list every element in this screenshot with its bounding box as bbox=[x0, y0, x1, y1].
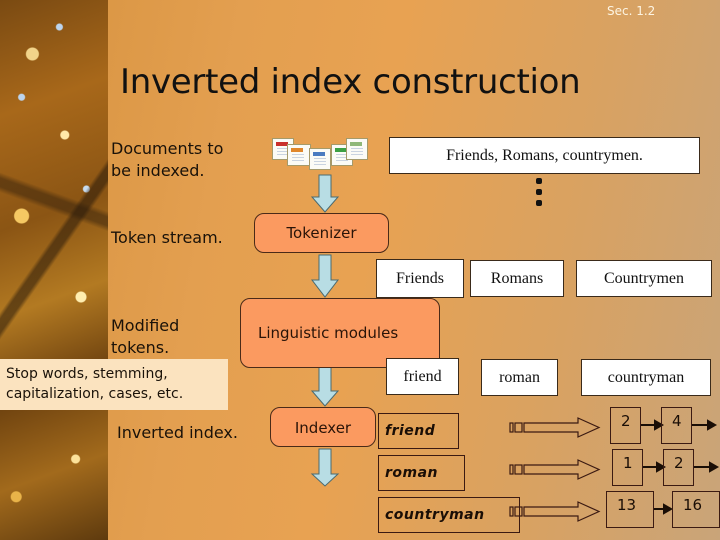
indexer-module: Indexer bbox=[270, 407, 376, 447]
arrow-tokenizer-to-linguistic bbox=[310, 254, 340, 298]
arrow-docs-to-tokenizer bbox=[310, 174, 340, 213]
tokenizer-module: Tokenizer bbox=[254, 213, 389, 253]
normalized-token-box: roman bbox=[481, 359, 558, 396]
posting-link-roman-1 bbox=[642, 461, 667, 473]
term-arrow-countryman bbox=[509, 501, 601, 522]
dictionary-term: roman bbox=[378, 455, 465, 491]
token-box: Friends bbox=[376, 259, 464, 298]
token-box: Romans bbox=[470, 260, 564, 297]
posting-doc-id: 2 bbox=[663, 449, 694, 486]
vertical-ellipsis-icon bbox=[536, 178, 544, 211]
arrow-linguistic-to-indexer bbox=[310, 365, 340, 407]
normalized-token-box: countryman bbox=[581, 359, 711, 396]
dictionary-term: friend bbox=[378, 413, 459, 449]
term-arrow-friend bbox=[509, 417, 601, 438]
posting-doc-id: 16 bbox=[672, 491, 720, 528]
dictionary-term: countryman bbox=[378, 497, 520, 533]
posting-link-friend-1 bbox=[640, 419, 665, 431]
arrow-indexer-down bbox=[310, 448, 340, 487]
term-arrow-roman bbox=[509, 459, 601, 480]
posting-doc-id: 13 bbox=[606, 491, 654, 528]
source-text-box: Friends, Romans, countrymen. bbox=[389, 137, 700, 174]
token-box: Countrymen bbox=[576, 260, 712, 297]
posting-link-friend-next bbox=[692, 419, 718, 431]
posting-link-countryman-1 bbox=[654, 503, 674, 515]
posting-doc-id: 4 bbox=[661, 407, 692, 444]
posting-link-roman-next bbox=[694, 461, 720, 473]
posting-doc-id: 2 bbox=[610, 407, 641, 444]
normalized-token-box: friend bbox=[386, 358, 459, 395]
posting-doc-id: 1 bbox=[612, 449, 643, 486]
